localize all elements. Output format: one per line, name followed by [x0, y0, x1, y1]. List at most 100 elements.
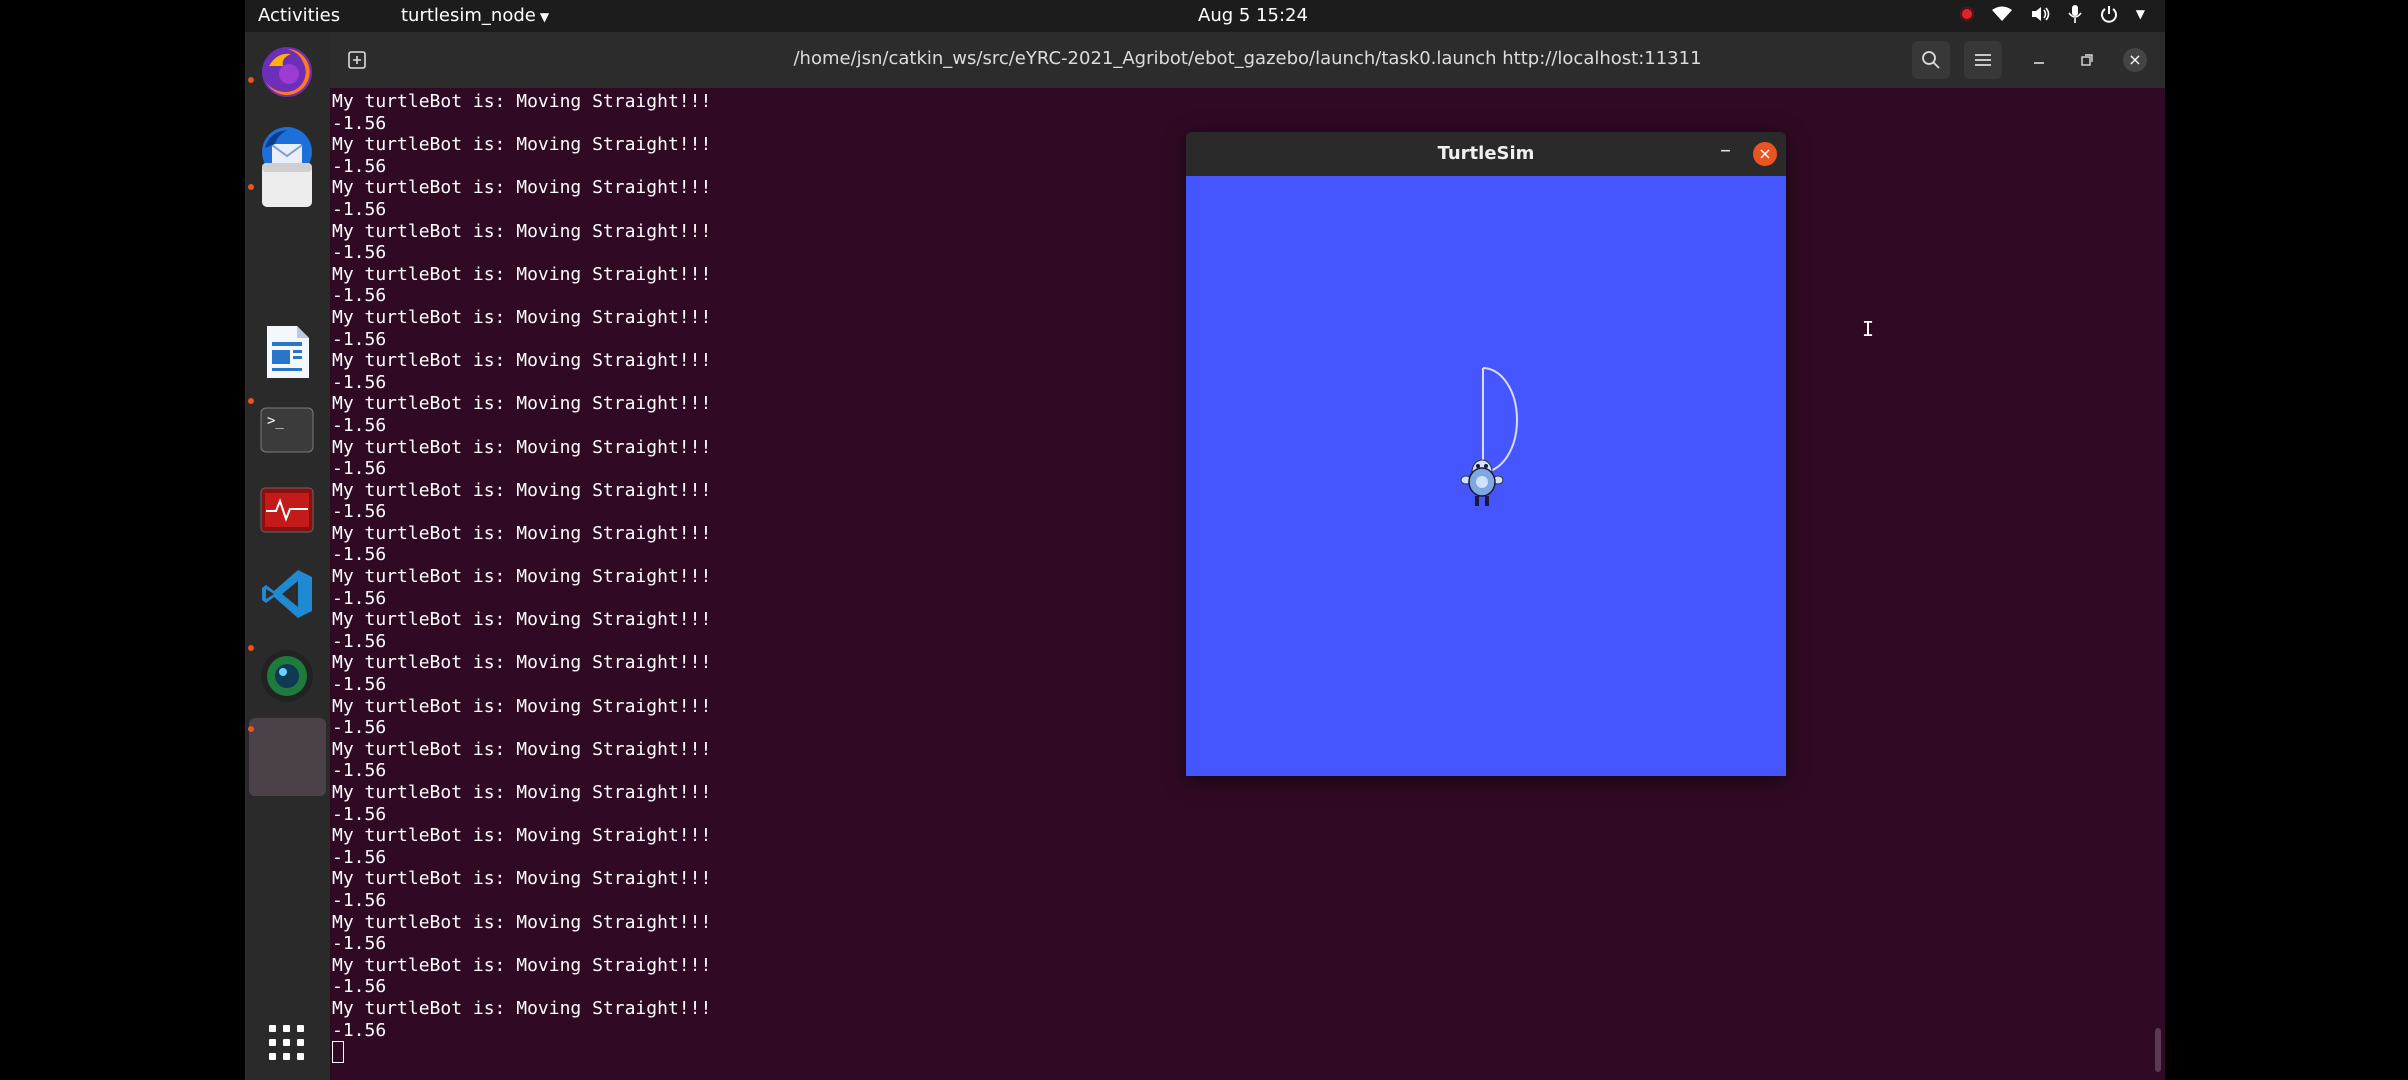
- dock-camera[interactable]: [258, 647, 315, 704]
- terminal-line-value: -1.56: [332, 674, 387, 696]
- search-icon: [1922, 51, 1940, 69]
- terminal-line-value: -1.56: [332, 976, 387, 998]
- camera-icon: [260, 649, 313, 702]
- running-indicator: [248, 184, 254, 190]
- terminal-line-message: My turtleBot is: Moving Straight!!!: [332, 825, 712, 847]
- files-icon: [261, 162, 312, 207]
- app-menu[interactable]: turtlesim_node ▼: [401, 5, 549, 26]
- volume-icon: [2031, 7, 2050, 21]
- terminal-line-value: -1.56: [332, 760, 387, 782]
- activities-button[interactable]: Activities: [258, 5, 340, 26]
- dock-firefox[interactable]: [258, 43, 315, 100]
- firefox-icon: [261, 46, 312, 97]
- terminal-line-value: -1.56: [332, 803, 387, 825]
- terminal-line-value: -1.56: [332, 328, 387, 350]
- terminal-line-message: My turtleBot is: Moving Straight!!!: [332, 609, 712, 631]
- dock-vscode[interactable]: [258, 565, 315, 622]
- terminal-line-value: -1.56: [332, 587, 387, 609]
- turtlesim-canvas: [1186, 176, 1786, 776]
- terminal-icon: >_: [260, 407, 313, 452]
- terminal-line-value: -1.56: [332, 112, 387, 134]
- terminal-line-message: My turtleBot is: Moving Straight!!!: [332, 911, 712, 933]
- terminal-line-message: My turtleBot is: Moving Straight!!!: [332, 868, 712, 890]
- terminal-line-message: My turtleBot is: Moving Straight!!!: [332, 652, 712, 674]
- show-applications-icon: [268, 1024, 304, 1060]
- terminal-line-value: -1.56: [332, 285, 387, 307]
- recording-indicator-icon: [1959, 7, 1974, 21]
- minimize-button[interactable]: –: [1720, 138, 1731, 163]
- svg-text:>_: >_: [267, 413, 284, 429]
- terminal-line-value: -1.56: [332, 717, 387, 739]
- vscode-icon: [261, 569, 312, 618]
- terminal-line-value: -1.56: [332, 544, 387, 566]
- terminal-line-message: My turtleBot is: Moving Straight!!!: [332, 954, 712, 976]
- terminal-line-message: My turtleBot is: Moving Straight!!!: [332, 350, 712, 372]
- turtlesim-titlebar[interactable]: TurtleSim – ×: [1186, 132, 1786, 176]
- dock-writer[interactable]: [258, 323, 315, 380]
- terminal-lines: My turtleBot is: Moving Straight!!! -1.56…: [332, 91, 711, 1065]
- terminal-line-value: -1.56: [332, 458, 387, 480]
- terminal-line-value: -1.56: [332, 242, 387, 264]
- terminal-header-bar: /home/jsn/catkin_ws/src/eYRC-2021_Agribo…: [330, 32, 2165, 88]
- terminal-line-message: My turtleBot is: Moving Straight!!!: [332, 134, 712, 156]
- restore-button[interactable]: [2068, 41, 2106, 79]
- terminal-line-message: My turtleBot is: Moving Straight!!!: [332, 479, 712, 501]
- running-indicator: [248, 645, 254, 651]
- terminal-line-message: My turtleBot is: Moving Straight!!!: [332, 997, 712, 1019]
- clock[interactable]: Aug 5 15:24: [1198, 5, 1308, 26]
- terminal-prompt-line: [332, 1041, 711, 1065]
- terminal-title: /home/jsn/catkin_ws/src/eYRC-2021_Agribo…: [793, 48, 1702, 69]
- terminal-line-message: My turtleBot is: Moving Straight!!!: [332, 436, 712, 458]
- active-window-highlight: [249, 718, 326, 796]
- terminal-line-value: -1.56: [332, 889, 387, 911]
- minimize-button[interactable]: [2020, 41, 2058, 79]
- menu-button[interactable]: [1964, 41, 2002, 79]
- terminal-line-value: -1.56: [332, 198, 387, 220]
- close-button[interactable]: ×: [2116, 41, 2154, 79]
- chevron-down-icon: ▼: [539, 10, 550, 24]
- terminal-line-value: -1.56: [332, 371, 387, 393]
- terminal-line-message: My turtleBot is: Moving Straight!!!: [332, 306, 712, 328]
- dock-terminal[interactable]: >_: [258, 401, 315, 458]
- terminal-scrollbar[interactable]: [2155, 1028, 2161, 1072]
- dock: >_: [245, 32, 330, 1080]
- terminal-cursor: [332, 1041, 344, 1064]
- close-button[interactable]: ×: [1753, 142, 1777, 166]
- wifi-icon: [1991, 6, 2012, 21]
- dock-show-applications[interactable]: [258, 1014, 315, 1071]
- terminal-line-message: My turtleBot is: Moving Straight!!!: [332, 782, 712, 803]
- running-indicator: [248, 77, 254, 83]
- libreoffice-writer-icon: [266, 325, 309, 378]
- terminal-line-value: -1.56: [332, 414, 387, 436]
- chevron-down-icon: ▼: [2135, 7, 2145, 21]
- terminal-line-value: -1.56: [332, 933, 387, 955]
- terminal-line-message: My turtleBot is: Moving Straight!!!: [332, 695, 712, 717]
- terminal-line-value: -1.56: [332, 630, 387, 652]
- app-menu-label: turtlesim_node: [401, 5, 536, 26]
- dock-files[interactable]: [258, 155, 315, 212]
- system-monitor-icon: [260, 487, 313, 532]
- running-indicator: [248, 398, 254, 404]
- minimize-icon: [2034, 62, 2044, 64]
- close-icon: ×: [2123, 48, 2147, 72]
- terminal-line-message: My turtleBot is: Moving Straight!!!: [332, 263, 712, 285]
- search-button[interactable]: [1912, 41, 1950, 79]
- terminal-line-message: My turtleBot is: Moving Straight!!!: [332, 738, 712, 760]
- microphone-icon: [2068, 5, 2082, 23]
- terminal-line-value: -1.56: [332, 501, 387, 523]
- terminal-line-message: My turtleBot is: Moving Straight!!!: [332, 220, 712, 242]
- top-bar: Activities turtlesim_node ▼ Aug 5 15:24 ▼: [245, 0, 2165, 32]
- turtlesim-title: TurtleSim: [1437, 143, 1535, 164]
- terminal-line-message: My turtleBot is: Moving Straight!!!: [332, 393, 712, 415]
- turtlesim-window[interactable]: TurtleSim – ×: [1186, 132, 1786, 776]
- restore-icon: [2081, 54, 2093, 66]
- running-indicator: [248, 726, 254, 732]
- terminal-line-value: -1.56: [332, 846, 387, 868]
- terminal-line-value: -1.56: [332, 155, 387, 177]
- terminal-line-value: -1.56: [332, 1019, 387, 1041]
- system-tray[interactable]: ▼: [1959, 4, 2145, 24]
- hamburger-menu-icon: [1975, 54, 1991, 66]
- terminal-line-message: My turtleBot is: Moving Straight!!!: [332, 177, 712, 199]
- dock-system-monitor[interactable]: [258, 481, 315, 538]
- power-icon: [2100, 6, 2117, 23]
